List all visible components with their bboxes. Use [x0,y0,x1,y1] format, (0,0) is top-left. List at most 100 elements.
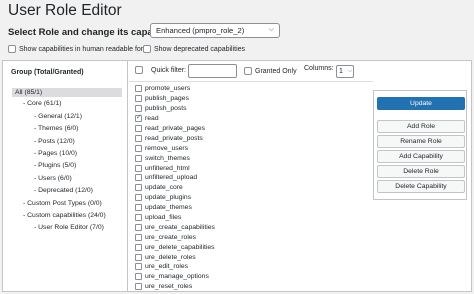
human-readable-checkbox[interactable] [8,45,16,53]
group-item-posts[interactable]: - Posts (12/0) [34,137,75,146]
group-item-core[interactable]: - Core (61/1) [23,99,62,108]
columns-select[interactable]: 1 ⌵ [336,65,354,78]
capability-item[interactable]: publish_posts [135,104,215,114]
capability-label: read_private_posts [145,134,203,142]
chevron-down-icon: ⌵ [348,68,352,74]
capability-item[interactable]: unfiltered_html [135,163,215,173]
capability-checkbox[interactable] [135,233,142,241]
quick-filter-label: Quick filter: [151,67,187,74]
capability-checkbox[interactable] [135,194,142,202]
deprecated-option[interactable]: Show deprecated capabilities [143,44,245,54]
group-item-general[interactable]: - General (12/1) [34,112,82,121]
update-button[interactable]: Update [377,97,465,110]
capability-item[interactable]: update_themes [135,203,215,213]
capability-checkbox[interactable] [135,184,142,192]
capability-item[interactable]: ure_delete_roles [135,252,215,262]
capability-label: update_core [145,184,183,192]
capability-label: update_plugins [145,194,192,202]
capability-label: publish_posts [145,105,187,113]
group-item-all[interactable]: All (85/1) [12,88,122,97]
capability-label: publish_pages [145,95,189,103]
role-select-value: Enhanced (pmpro_role_2) [156,26,245,35]
columns-label: Columns: [304,65,334,72]
human-readable-option[interactable]: Show capabilities in human readable form [8,44,149,54]
capability-checkbox[interactable] [135,105,142,113]
capability-checkbox[interactable] [135,273,142,281]
group-item-themes[interactable]: - Themes (6/0) [34,124,78,133]
capability-label: update_themes [145,204,192,212]
group-item-user-role-editor[interactable]: - User Role Editor (7/0) [34,223,104,232]
capability-checkbox[interactable] [135,85,142,93]
capability-list: promote_users publish_pages publish_postsr… [135,84,215,292]
deprecated-checkbox[interactable] [143,45,151,53]
capability-label: unfiltered_upload [145,174,198,182]
capability-checkbox[interactable] [135,243,142,251]
capability-item[interactable]: read_private_pages [135,124,215,134]
capability-checkbox[interactable] [135,154,142,162]
add-role-button[interactable]: Add Role [377,120,465,133]
capability-item[interactable]: update_plugins [135,193,215,203]
capability-checkbox[interactable] [135,144,142,152]
capability-label: ure_create_roles [145,233,197,241]
select-all-checkbox[interactable] [135,66,143,74]
capability-item[interactable]: unfiltered_upload [135,173,215,183]
chevron-down-icon: ⌵ [268,26,274,33]
filter-divider [129,81,373,82]
delete-role-button[interactable]: Delete Role [377,165,465,178]
human-readable-label: Show capabilities in human readable form [19,45,149,53]
group-item-custom-capabilities[interactable]: - Custom capabilities (24/0) [23,211,106,220]
capability-label: upload_files [145,214,182,222]
capability-label: ure_edit_roles [145,263,189,271]
granted-only-checkbox[interactable] [244,67,252,75]
capability-item[interactable]: read_private_posts [135,133,215,143]
delete-capability-button[interactable]: Delete Capability [377,180,465,193]
capability-item[interactable]: update_core [135,183,215,193]
capability-item[interactable]: ure_delete_capabilities [135,242,215,252]
granted-only-option[interactable]: Granted Only [244,67,297,75]
capability-checkbox[interactable] [135,214,142,222]
capability-checkbox[interactable] [135,134,142,142]
role-select[interactable]: Enhanced (pmpro_role_2) ⌵ [150,23,280,38]
group-item-deprecated[interactable]: - Deprecated (12/0) [34,186,93,195]
capabilities-column: Quick filter: Granted Only Columns: 1 ⌵ … [129,61,373,291]
capability-item[interactable]: ure_manage_options [135,272,215,282]
page-title: User Role Editor [8,2,122,19]
group-header: Group (Total/Granted) [11,69,84,76]
capability-label: unfiltered_html [145,164,190,172]
capability-checkbox[interactable] [135,95,142,103]
group-item-users[interactable]: - Users (6/0) [34,174,72,183]
capability-item[interactable]: remove_users [135,143,215,153]
group-item-plugins[interactable]: - Plugins (5/0) [34,161,76,170]
quick-filter-input[interactable] [188,64,237,78]
capability-checkbox[interactable] [135,174,142,182]
capability-checkbox[interactable] [135,164,142,172]
capability-label: switch_themes [145,154,190,162]
capability-checkbox[interactable] [135,204,142,212]
capability-item[interactable]: publish_pages [135,94,215,104]
group-item-custom-post-types[interactable]: - Custom Post Types (0/0) [23,199,102,208]
capability-checkbox[interactable] [135,223,142,231]
group-list: Group (Total/Granted) All (85/1) - Core … [3,61,128,291]
capability-checkbox[interactable] [135,125,142,132]
capability-item[interactable]: ure_reset_roles [135,282,215,292]
capability-checkbox[interactable] [135,253,142,261]
capability-item[interactable]: upload_files [135,213,215,223]
capability-checkbox[interactable] [135,283,142,291]
capability-item[interactable]: read [135,113,215,124]
capability-label: read_private_pages [145,125,206,132]
capability-item[interactable]: switch_themes [135,153,215,163]
capability-checkbox[interactable] [135,263,142,271]
capability-label: ure_reset_roles [145,283,193,291]
capability-item[interactable]: ure_create_roles [135,232,215,242]
capability-item[interactable]: promote_users [135,84,215,94]
capability-checkbox[interactable] [135,113,142,123]
capability-label: ure_delete_capabilities [145,243,215,251]
capability-item[interactable]: ure_create_capabilities [135,222,215,232]
add-capability-button[interactable]: Add Capability [377,150,465,163]
capability-label: remove_users [145,144,189,152]
capability-item[interactable]: ure_edit_roles [135,262,215,272]
rename-role-button[interactable]: Rename Role [377,135,465,148]
group-item-pages[interactable]: - Pages (10/0) [34,149,77,158]
columns-value: 1 [339,68,343,75]
capability-label: ure_delete_roles [145,253,196,261]
